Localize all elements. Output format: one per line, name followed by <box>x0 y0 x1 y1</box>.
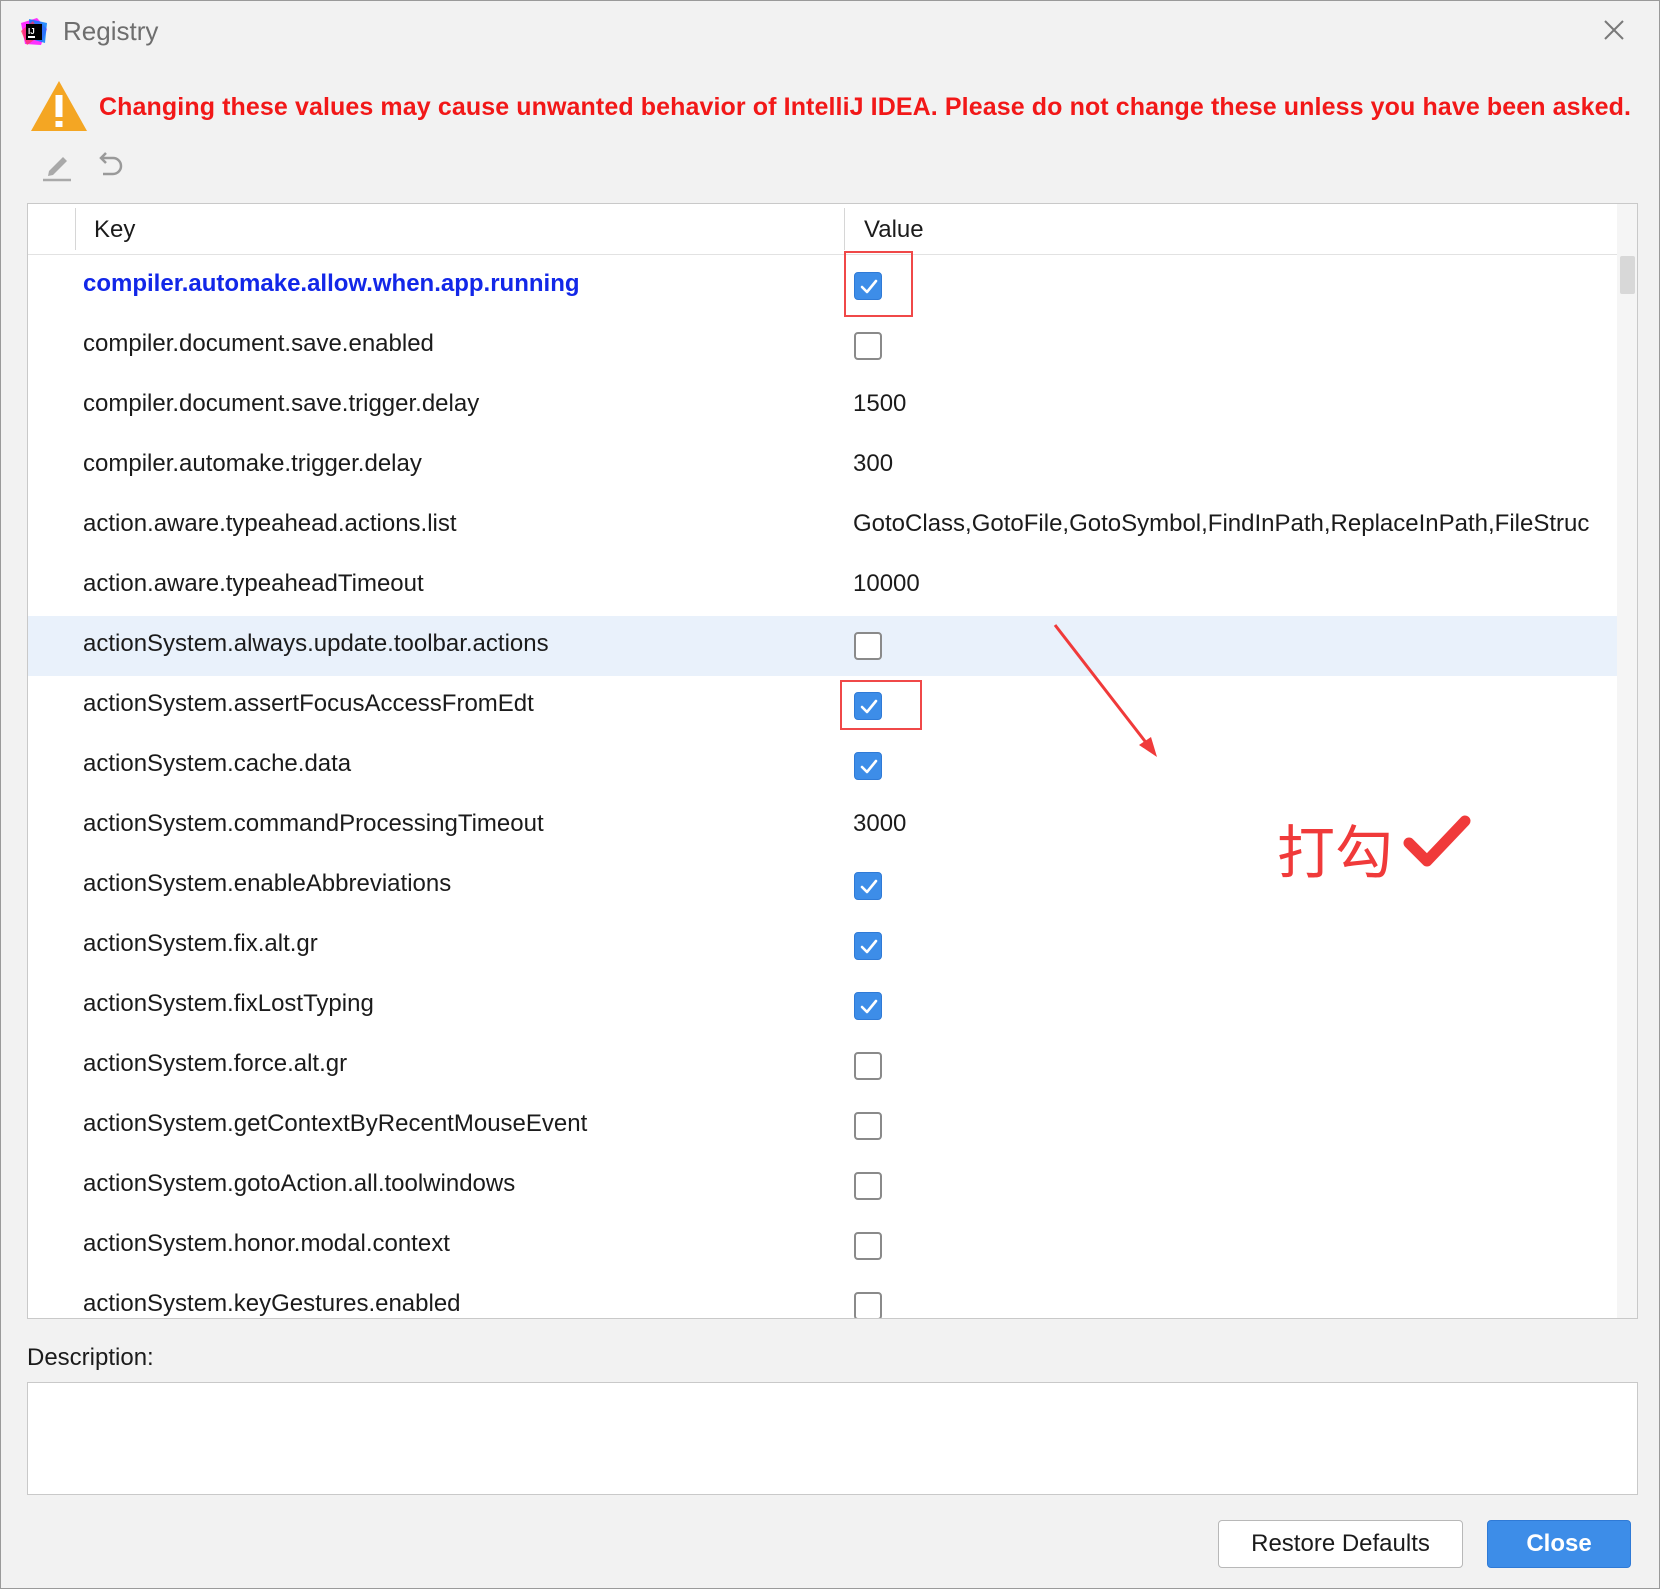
warning-icon <box>31 81 87 131</box>
registry-key: compiler.document.save.enabled <box>83 330 434 357</box>
column-header-value[interactable]: Value <box>864 216 924 244</box>
registry-key: compiler.document.save.trigger.delay <box>83 390 480 417</box>
table-row[interactable]: actionSystem.keyGestures.enabled <box>28 1276 1617 1318</box>
table-header: Key Value <box>28 204 1617 255</box>
registry-value[interactable]: GotoClass,GotoFile,GotoSymbol,FindInPath… <box>853 510 1613 538</box>
checkbox-unchecked[interactable] <box>854 332 882 360</box>
checkbox-checked[interactable] <box>854 872 882 900</box>
registry-value[interactable]: 3000 <box>853 810 1613 838</box>
registry-value[interactable]: 1500 <box>853 390 1613 418</box>
registry-key: compiler.automake.allow.when.app.running <box>83 270 580 297</box>
table-row[interactable]: actionSystem.fixLostTyping <box>28 976 1617 1036</box>
svg-text:IJ: IJ <box>28 27 35 36</box>
table-row[interactable]: compiler.automake.trigger.delay 300 <box>28 436 1617 496</box>
registry-key: compiler.automake.trigger.delay <box>83 450 422 477</box>
registry-key: actionSystem.always.update.toolbar.actio… <box>83 630 549 657</box>
title-bar: IJ Registry <box>1 1 1659 65</box>
checkbox-checked[interactable] <box>854 692 882 720</box>
table-row[interactable]: actionSystem.fix.alt.gr <box>28 916 1617 976</box>
table-row[interactable]: actionSystem.honor.modal.context <box>28 1216 1617 1276</box>
table-row[interactable]: actionSystem.gotoAction.all.toolwindows <box>28 1156 1617 1216</box>
vertical-scrollbar[interactable] <box>1617 204 1637 1318</box>
checkbox-checked[interactable] <box>854 932 882 960</box>
registry-key: actionSystem.keyGestures.enabled <box>83 1290 461 1317</box>
registry-key: actionSystem.force.alt.gr <box>83 1050 348 1077</box>
registry-key: actionSystem.enableAbbreviations <box>83 870 452 897</box>
pencil-icon[interactable] <box>41 149 75 183</box>
table-row[interactable]: actionSystem.force.alt.gr <box>28 1036 1617 1096</box>
registry-key: actionSystem.commandProcessingTimeout <box>83 810 544 837</box>
close-icon[interactable] <box>1599 15 1629 45</box>
column-header-key[interactable]: Key <box>94 216 135 244</box>
checkbox-unchecked[interactable] <box>854 1172 882 1200</box>
table-row[interactable]: action.aware.typeaheadTimeout 10000 <box>28 556 1617 616</box>
window-title: Registry <box>63 16 159 46</box>
annotation-label: 打勾 <box>1277 819 1394 887</box>
registry-key: actionSystem.cache.data <box>83 750 352 777</box>
registry-key: action.aware.typeaheadTimeout <box>83 570 424 597</box>
table-row[interactable]: actionSystem.assertFocusAccessFromEdt <box>28 676 1617 736</box>
checkbox-unchecked[interactable] <box>854 1292 882 1318</box>
registry-value[interactable]: 10000 <box>853 570 1613 598</box>
checkbox-unchecked[interactable] <box>854 632 882 660</box>
restore-defaults-button[interactable]: Restore Defaults <box>1218 1520 1463 1568</box>
intellij-logo-icon: IJ <box>21 18 47 45</box>
registry-value[interactable]: 300 <box>853 450 1613 478</box>
undo-icon[interactable] <box>93 149 127 183</box>
checkmark-icon <box>1403 815 1471 867</box>
description-field[interactable] <box>27 1382 1638 1495</box>
registry-key: action.aware.typeahead.actions.list <box>83 510 457 537</box>
checkbox-unchecked[interactable] <box>854 1112 882 1140</box>
table-row[interactable]: compiler.document.save.trigger.delay 1500 <box>28 376 1617 436</box>
checkbox-checked[interactable] <box>854 752 882 780</box>
registry-dialog: IJ Registry Changing these values may ca… <box>0 0 1660 1589</box>
registry-table: Key Value compiler.automake.allow.when.a… <box>27 203 1638 1319</box>
warning-message: Changing these values may cause unwanted… <box>99 93 1632 121</box>
registry-key: actionSystem.fix.alt.gr <box>83 930 318 957</box>
close-button[interactable]: Close <box>1487 1520 1631 1568</box>
registry-key: actionSystem.fixLostTyping <box>83 990 374 1017</box>
table-row[interactable]: actionSystem.always.update.toolbar.actio… <box>28 616 1617 676</box>
description-label: Description: <box>27 1344 154 1371</box>
header-divider <box>75 208 76 250</box>
header-divider <box>844 208 845 250</box>
registry-key: actionSystem.assertFocusAccessFromEdt <box>83 690 534 717</box>
checkbox-unchecked[interactable] <box>854 1052 882 1080</box>
table-row[interactable]: compiler.automake.allow.when.app.running <box>28 256 1617 316</box>
annotation-arrow <box>1053 624 1157 757</box>
table-row[interactable]: actionSystem.getContextByRecentMouseEven… <box>28 1096 1617 1156</box>
registry-key: actionSystem.honor.modal.context <box>83 1230 450 1257</box>
table-row[interactable]: action.aware.typeahead.actions.list GotoC… <box>28 496 1617 556</box>
scrollbar-thumb[interactable] <box>1620 256 1635 294</box>
table-row[interactable]: compiler.document.save.enabled <box>28 316 1617 376</box>
registry-key: actionSystem.getContextByRecentMouseEven… <box>83 1110 588 1137</box>
checkbox-unchecked[interactable] <box>854 1232 882 1260</box>
table-row[interactable]: actionSystem.cache.data <box>28 736 1617 796</box>
registry-key: actionSystem.gotoAction.all.toolwindows <box>83 1170 516 1197</box>
checkbox-checked[interactable] <box>854 272 882 300</box>
checkbox-checked[interactable] <box>854 992 882 1020</box>
